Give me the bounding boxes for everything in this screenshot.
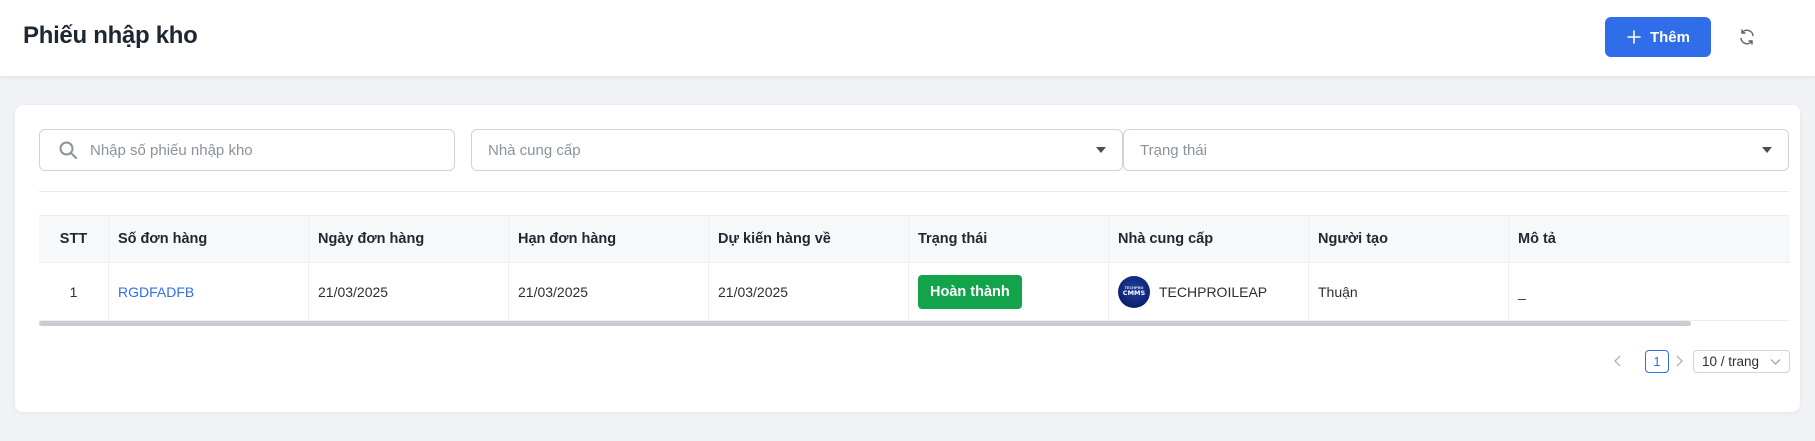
orders-table: STT Số đơn hàng Ngày đơn hàng Hạn đơn hà… bbox=[39, 215, 1790, 321]
page-size-label: 10 / trang bbox=[1702, 354, 1760, 369]
column-header[interactable]: Trạng thái bbox=[909, 216, 1109, 262]
column-header[interactable]: Số đơn hàng bbox=[109, 216, 309, 262]
page-number[interactable]: 1 bbox=[1645, 350, 1669, 373]
cell-supplier: TECHPRO CMMS TECHPROILEAP bbox=[1109, 263, 1309, 320]
table-row[interactable]: 1 RGDFADFB 21/03/2025 21/03/2025 21/03/2… bbox=[39, 263, 1790, 321]
column-header[interactable]: STT bbox=[39, 216, 109, 262]
cell-description: _ bbox=[1518, 283, 1526, 300]
status-select[interactable]: Trạng thái bbox=[1123, 129, 1789, 171]
column-header[interactable]: Người tạo bbox=[1309, 216, 1509, 262]
supplier-placeholder: Nhà cung cấp bbox=[488, 141, 581, 159]
status-placeholder: Trạng thái bbox=[1140, 141, 1207, 159]
order-link[interactable]: RGDFADFB bbox=[118, 284, 194, 300]
search-placeholder: Nhập số phiếu nhập kho bbox=[90, 141, 253, 159]
add-button-label: Thêm bbox=[1649, 28, 1690, 46]
column-header[interactable]: Hạn đơn hàng bbox=[509, 216, 709, 262]
column-header[interactable]: Dự kiến hàng về bbox=[709, 216, 909, 262]
refresh-button[interactable] bbox=[1734, 24, 1760, 50]
horizontal-scrollbar[interactable] bbox=[39, 321, 1691, 326]
column-header[interactable]: Mô tả bbox=[1509, 216, 1790, 262]
status-badge: Hoàn thành bbox=[918, 274, 1022, 309]
chevron-down-icon bbox=[1762, 147, 1772, 153]
cell-due-date: 21/03/2025 bbox=[509, 263, 709, 320]
table-header: STT Số đơn hàng Ngày đơn hàng Hạn đơn hà… bbox=[39, 215, 1790, 263]
cell-creator: Thuận bbox=[1309, 263, 1509, 320]
column-header[interactable]: Nhà cung cấp bbox=[1109, 216, 1309, 262]
page-header: Phiếu nhập kho Thêm bbox=[0, 0, 1815, 77]
cell-expected-date: 21/03/2025 bbox=[709, 263, 909, 320]
chevron-left-icon bbox=[1614, 355, 1621, 367]
supplier-logo: TECHPRO CMMS bbox=[1118, 275, 1150, 308]
divider bbox=[39, 191, 1789, 192]
cell-status: Hoàn thành bbox=[909, 263, 1109, 320]
search-input[interactable]: Nhập số phiếu nhập kho bbox=[39, 129, 455, 171]
chevron-right-icon bbox=[1676, 355, 1683, 367]
supplier-name: TECHPROILEAP bbox=[1159, 283, 1268, 300]
supplier-select[interactable]: Nhà cung cấp bbox=[471, 129, 1123, 171]
column-header[interactable]: Ngày đơn hàng bbox=[309, 216, 509, 262]
cell-order-no: RGDFADFB bbox=[109, 263, 309, 320]
cell-order-date: 21/03/2025 bbox=[309, 263, 509, 320]
next-page-button[interactable] bbox=[1670, 350, 1688, 372]
search-icon bbox=[59, 141, 77, 159]
content-card: Nhập số phiếu nhập kho Nhà cung cấp Trạn… bbox=[15, 105, 1800, 412]
refresh-icon bbox=[1740, 29, 1754, 45]
add-button[interactable]: Thêm bbox=[1605, 17, 1711, 57]
prev-page-button[interactable] bbox=[1609, 350, 1627, 372]
cell-stt: 1 bbox=[39, 263, 109, 320]
page-size-select[interactable]: 10 / trang bbox=[1693, 350, 1790, 373]
plus-icon bbox=[1627, 30, 1641, 44]
chevron-down-icon bbox=[1770, 359, 1781, 365]
chevron-down-icon bbox=[1096, 147, 1106, 153]
page-title: Phiếu nhập kho bbox=[23, 22, 198, 49]
